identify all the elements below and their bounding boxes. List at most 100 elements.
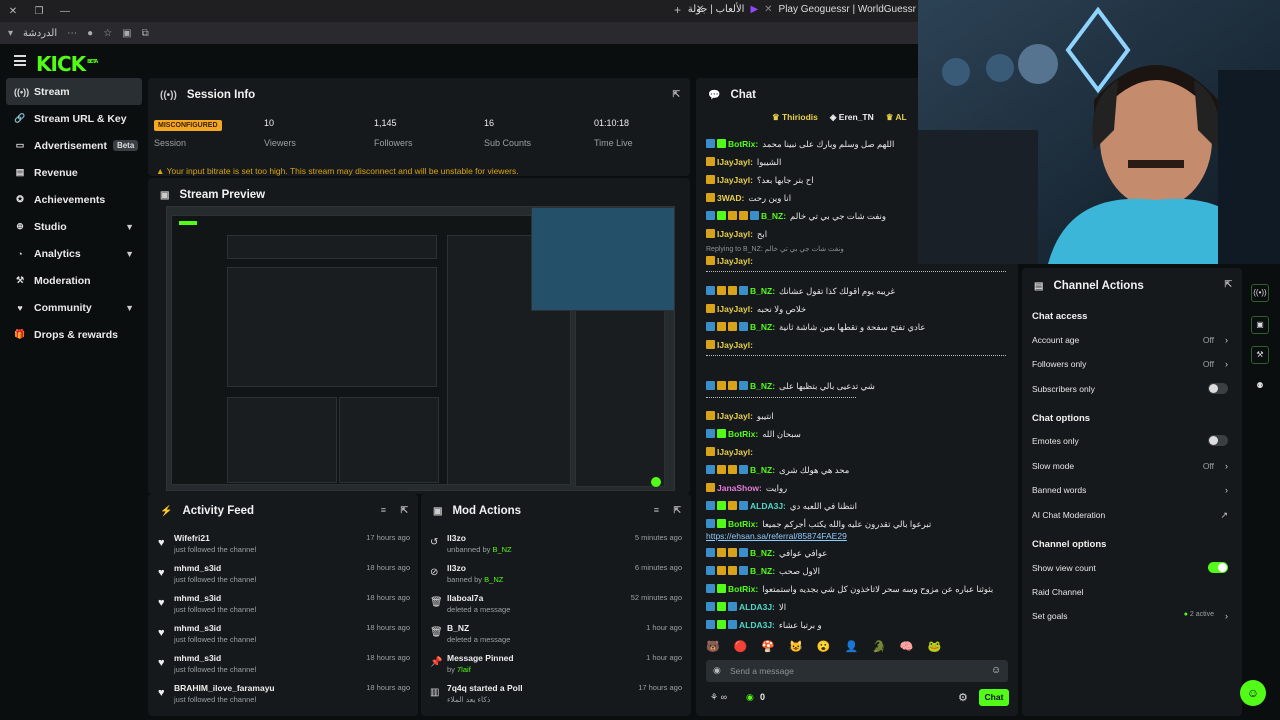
chat-user[interactable]: IJayJayl: [717,447,753,457]
chat-user[interactable]: BotRix: [728,139,758,149]
gifter-item[interactable]: ♛ AL [886,112,907,123]
emote-icon[interactable]: 🍄 [761,640,775,656]
chat-link[interactable]: https://ehsan.sa/referral/85874FAE29 [706,529,1014,543]
emotes-only-toggle[interactable] [1208,435,1228,446]
profile-icon[interactable]: ● [87,28,93,39]
popout-icon[interactable]: ⇱ [673,505,681,516]
emote-icon[interactable]: 🐻 [706,640,720,656]
chat-user[interactable]: IJayJayl: [717,175,753,185]
tab-label[interactable]: Play Geoguessr | WorldGuessr [779,4,916,15]
chat-user[interactable]: IJayJayl: [717,411,753,421]
restore-icon[interactable]: ❐ [26,6,52,17]
support-chat-icon[interactable]: ☺ [1240,680,1266,706]
chat-user[interactable]: B_NZ: [750,286,775,296]
sidebar-item-stream-url[interactable]: 🔗 Stream URL & Key [6,105,142,132]
emote-icon[interactable]: 🐸 [928,640,942,656]
tab-label-2[interactable]: الألعاب | جولة [688,4,745,15]
broadcast-icon[interactable]: ((•)) [1251,284,1269,302]
popout-icon[interactable]: ⇱ [1224,279,1232,290]
back-icon[interactable]: ▾ [8,28,13,39]
gifter-item[interactable]: ◈ Eren_TN [830,112,874,123]
chat-user[interactable]: B_NZ: [750,548,775,558]
bookmark-icon[interactable]: ☆ [103,28,112,39]
mod-target[interactable]: ll3zo [447,533,466,543]
chat-user[interactable]: BotRix: [728,519,758,529]
chat-user[interactable]: IJayJayl: [717,157,753,167]
minimize-icon[interactable]: — [52,6,78,17]
points-icon[interactable]: ⚘ ∞ [710,692,727,703]
setting-set-goals[interactable]: Set goals ● 2 active › [1032,611,1232,621]
mod-target[interactable]: Message Pinned [447,653,514,663]
new-tab-icon[interactable]: + [674,3,681,17]
chat-user[interactable]: BotRix: [728,584,758,594]
chat-user[interactable]: B_NZ: [750,465,775,475]
feed-user[interactable]: mhmd_s3id [174,563,221,573]
people-icon[interactable]: ⚉ [1251,378,1269,396]
emote-icon[interactable]: 🐊 [872,640,886,656]
filter-icon[interactable]: ≡ [381,505,386,515]
mod-by[interactable]: 7laif [457,665,471,674]
mod-by[interactable]: B_NZ [484,575,503,584]
feed-user[interactable]: mhmd_s3id [174,593,221,603]
sidebar-item-revenue[interactable]: ▤ Revenue [6,159,142,186]
chat-user[interactable]: 3WAD: [717,193,744,203]
sidebar-item-drops[interactable]: 🎁 Drops & rewards [6,321,142,348]
setting-raid-channel[interactable]: Raid Channel [1032,587,1232,597]
setting-banned-words[interactable]: Banned words › [1032,485,1232,495]
chat-user[interactable]: IJayJayl: [717,340,753,350]
address-text[interactable]: الدردشة [23,28,57,39]
chat-user[interactable]: BotRix: [728,429,758,439]
popout-icon[interactable]: ⇱ [400,505,408,516]
chat-user[interactable]: IJayJayl: [717,229,753,239]
tab-strip[interactable]: الألعاب | جولة ▶ ✕ Play Geoguessr | Worl… [688,4,916,15]
close-icon[interactable]: ✕ [0,6,26,17]
setting-slow-mode[interactable]: Slow mode Off › [1032,461,1232,471]
feed-user[interactable]: Wifefri21 [174,533,210,543]
setting-account-age[interactable]: Account age Off › [1032,335,1232,345]
show-view-count-toggle[interactable] [1208,562,1228,573]
chat-user[interactable]: ALDA3J: [739,620,775,630]
mod-target[interactable]: 7q4q started a Poll [447,683,523,693]
emote-icon[interactable]: 👤 [845,640,859,656]
emote-icon[interactable]: 🧠 [900,640,914,656]
sidebar-item-achievements[interactable]: ✪ Achievements [6,186,142,213]
gear-icon[interactable]: ⚙ [958,691,968,704]
sidebar-item-advertisement[interactable]: ▭ Advertisement Beta [6,132,142,159]
chat-user[interactable]: B_NZ: [761,211,786,221]
collections-icon[interactable]: ▣ [122,28,131,39]
sidebar-item-analytics[interactable]: ◔ Analytics ▼ [6,240,142,267]
tv-icon[interactable]: ▣ [1251,316,1269,334]
menu-dots-icon[interactable]: ⋯ [67,28,77,39]
sidebar-item-stream[interactable]: ((•)) Stream [6,78,142,105]
chat-send-button[interactable]: Chat [979,689,1009,706]
feed-user[interactable]: BRAHIM_ilove_faramayu [174,683,275,693]
gifter-item[interactable]: ♛ Thiriodis [772,112,818,123]
mod-target[interactable]: llaboal7a [447,593,483,603]
hamburger-menu-icon[interactable] [14,55,26,66]
emote-icon[interactable]: 🔴 [734,640,748,656]
filter-icon[interactable]: ≡ [654,505,659,515]
emote-icon[interactable]: 😺 [789,640,803,656]
chat-user[interactable]: JanaShow: [717,483,762,493]
chat-user[interactable]: B_NZ: [750,381,775,391]
chat-user[interactable]: ALDA3J: [750,501,786,511]
chat-input[interactable]: Send a message [706,660,1008,682]
popout-icon[interactable]: ⇱ [672,89,680,100]
mod-target[interactable]: B_NZ [447,623,469,633]
chat-user[interactable]: IJayJayl: [717,304,753,314]
feed-user[interactable]: mhmd_s3id [174,653,221,663]
kick-logo[interactable]: KICK BETA [36,52,98,76]
emote-icon[interactable]: 😮 [817,640,831,656]
chat-user[interactable]: IJayJayl: [717,256,753,266]
address-bar[interactable]: ▾ الدردشة ⋯ ● ☆ ▣ ⧉ [0,22,920,44]
chat-user[interactable]: ALDA3J: [739,602,775,612]
emoji-picker-icon[interactable]: ☺ [991,665,1001,676]
stream-preview-video[interactable] [166,206,675,491]
feed-user[interactable]: mhmd_s3id [174,623,221,633]
sidebar-item-community[interactable]: ♥ Community ▼ [6,294,142,321]
mod-by[interactable]: B_NZ [492,545,511,554]
chat-user[interactable]: B_NZ: [750,322,775,332]
reply-icon[interactable]: ◉ [713,665,721,676]
chat-user[interactable]: B_NZ: [750,566,775,576]
sidebar-item-moderation[interactable]: ⚒ Moderation [6,267,142,294]
